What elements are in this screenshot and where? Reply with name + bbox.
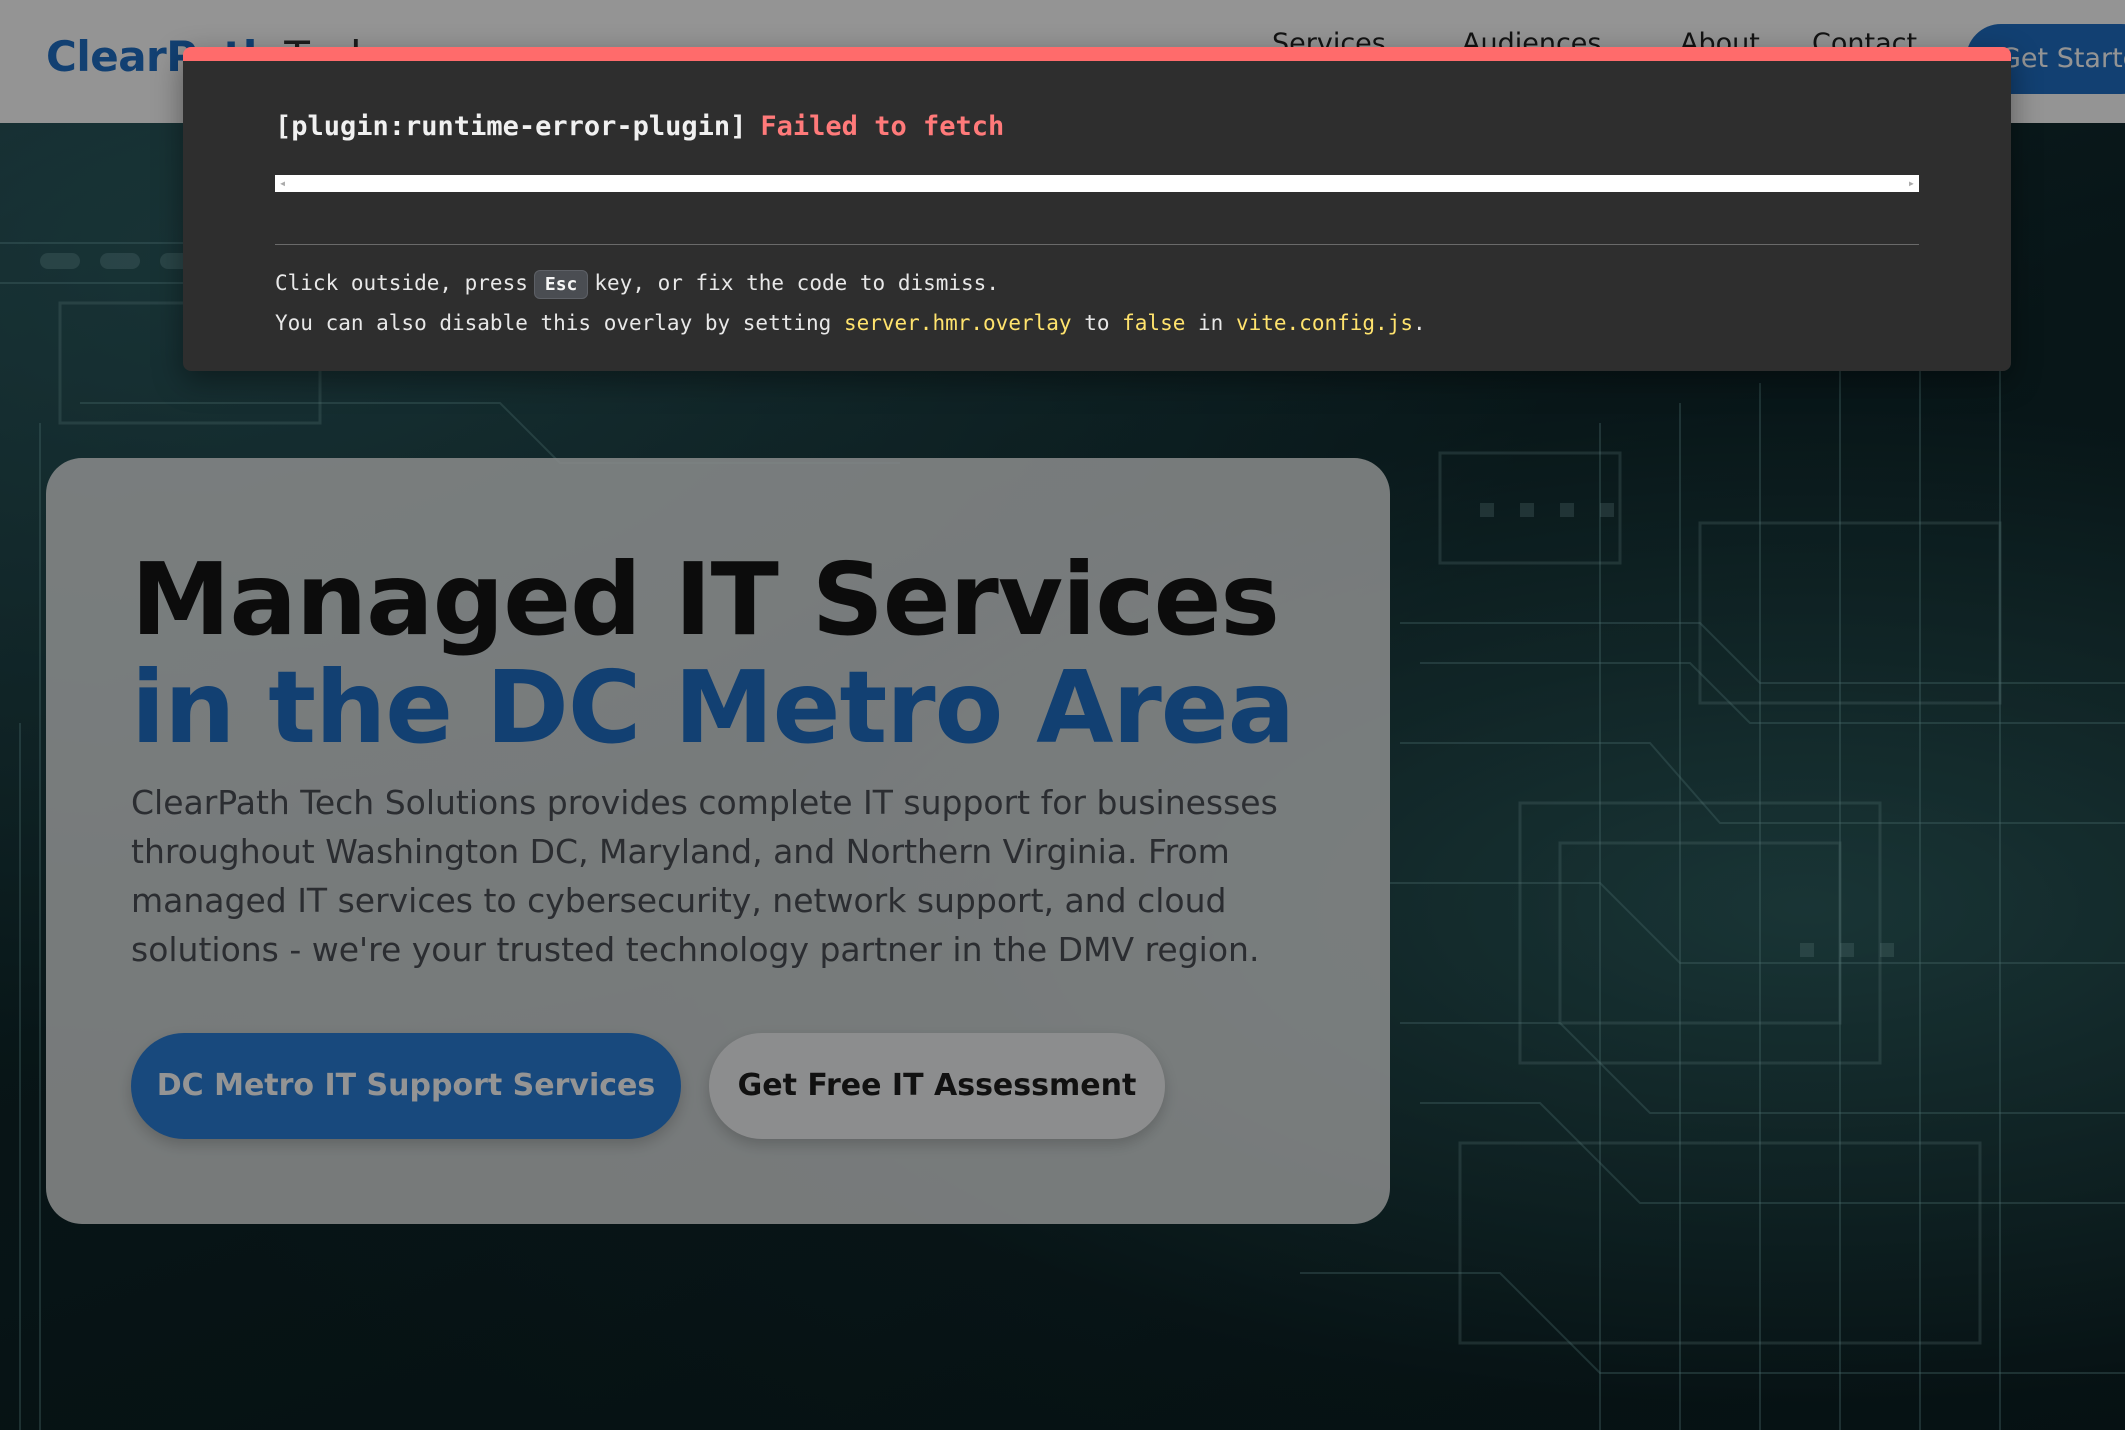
disable-end: . [1412, 311, 1426, 335]
error-overlay: [plugin:runtime-error-plugin] Failed to f… [183, 47, 2011, 371]
hint-prefix: Click outside, press [275, 271, 528, 295]
disable-prefix: You can also disable this overlay by set… [275, 311, 832, 335]
error-dismiss-hint: Click outside, press Esc key, or fix the c… [275, 270, 999, 299]
esc-key-badge: Esc [533, 270, 589, 299]
disable-file: vite.config.js [1235, 311, 1413, 335]
error-divider [275, 244, 1919, 245]
disable-setting: server.hmr.overlay [843, 311, 1072, 335]
disable-to: to [1084, 311, 1110, 335]
scroll-right-icon[interactable]: ▸ [1908, 175, 1915, 192]
error-plugin-name: [plugin:runtime-error-plugin] [275, 111, 747, 142]
error-frame-scrollbar[interactable]: ◂ ▸ [275, 175, 1919, 192]
error-disable-hint: You can also disable this overlay by set… [275, 311, 1426, 335]
error-message: Failed to fetch [760, 111, 1005, 142]
error-heading: [plugin:runtime-error-plugin] Failed to f… [275, 111, 1004, 142]
scroll-left-icon[interactable]: ◂ [279, 175, 286, 192]
disable-in: in [1198, 311, 1224, 335]
hint-suffix: key, or fix the code to dismiss. [594, 271, 999, 295]
disable-value: false [1122, 311, 1186, 335]
